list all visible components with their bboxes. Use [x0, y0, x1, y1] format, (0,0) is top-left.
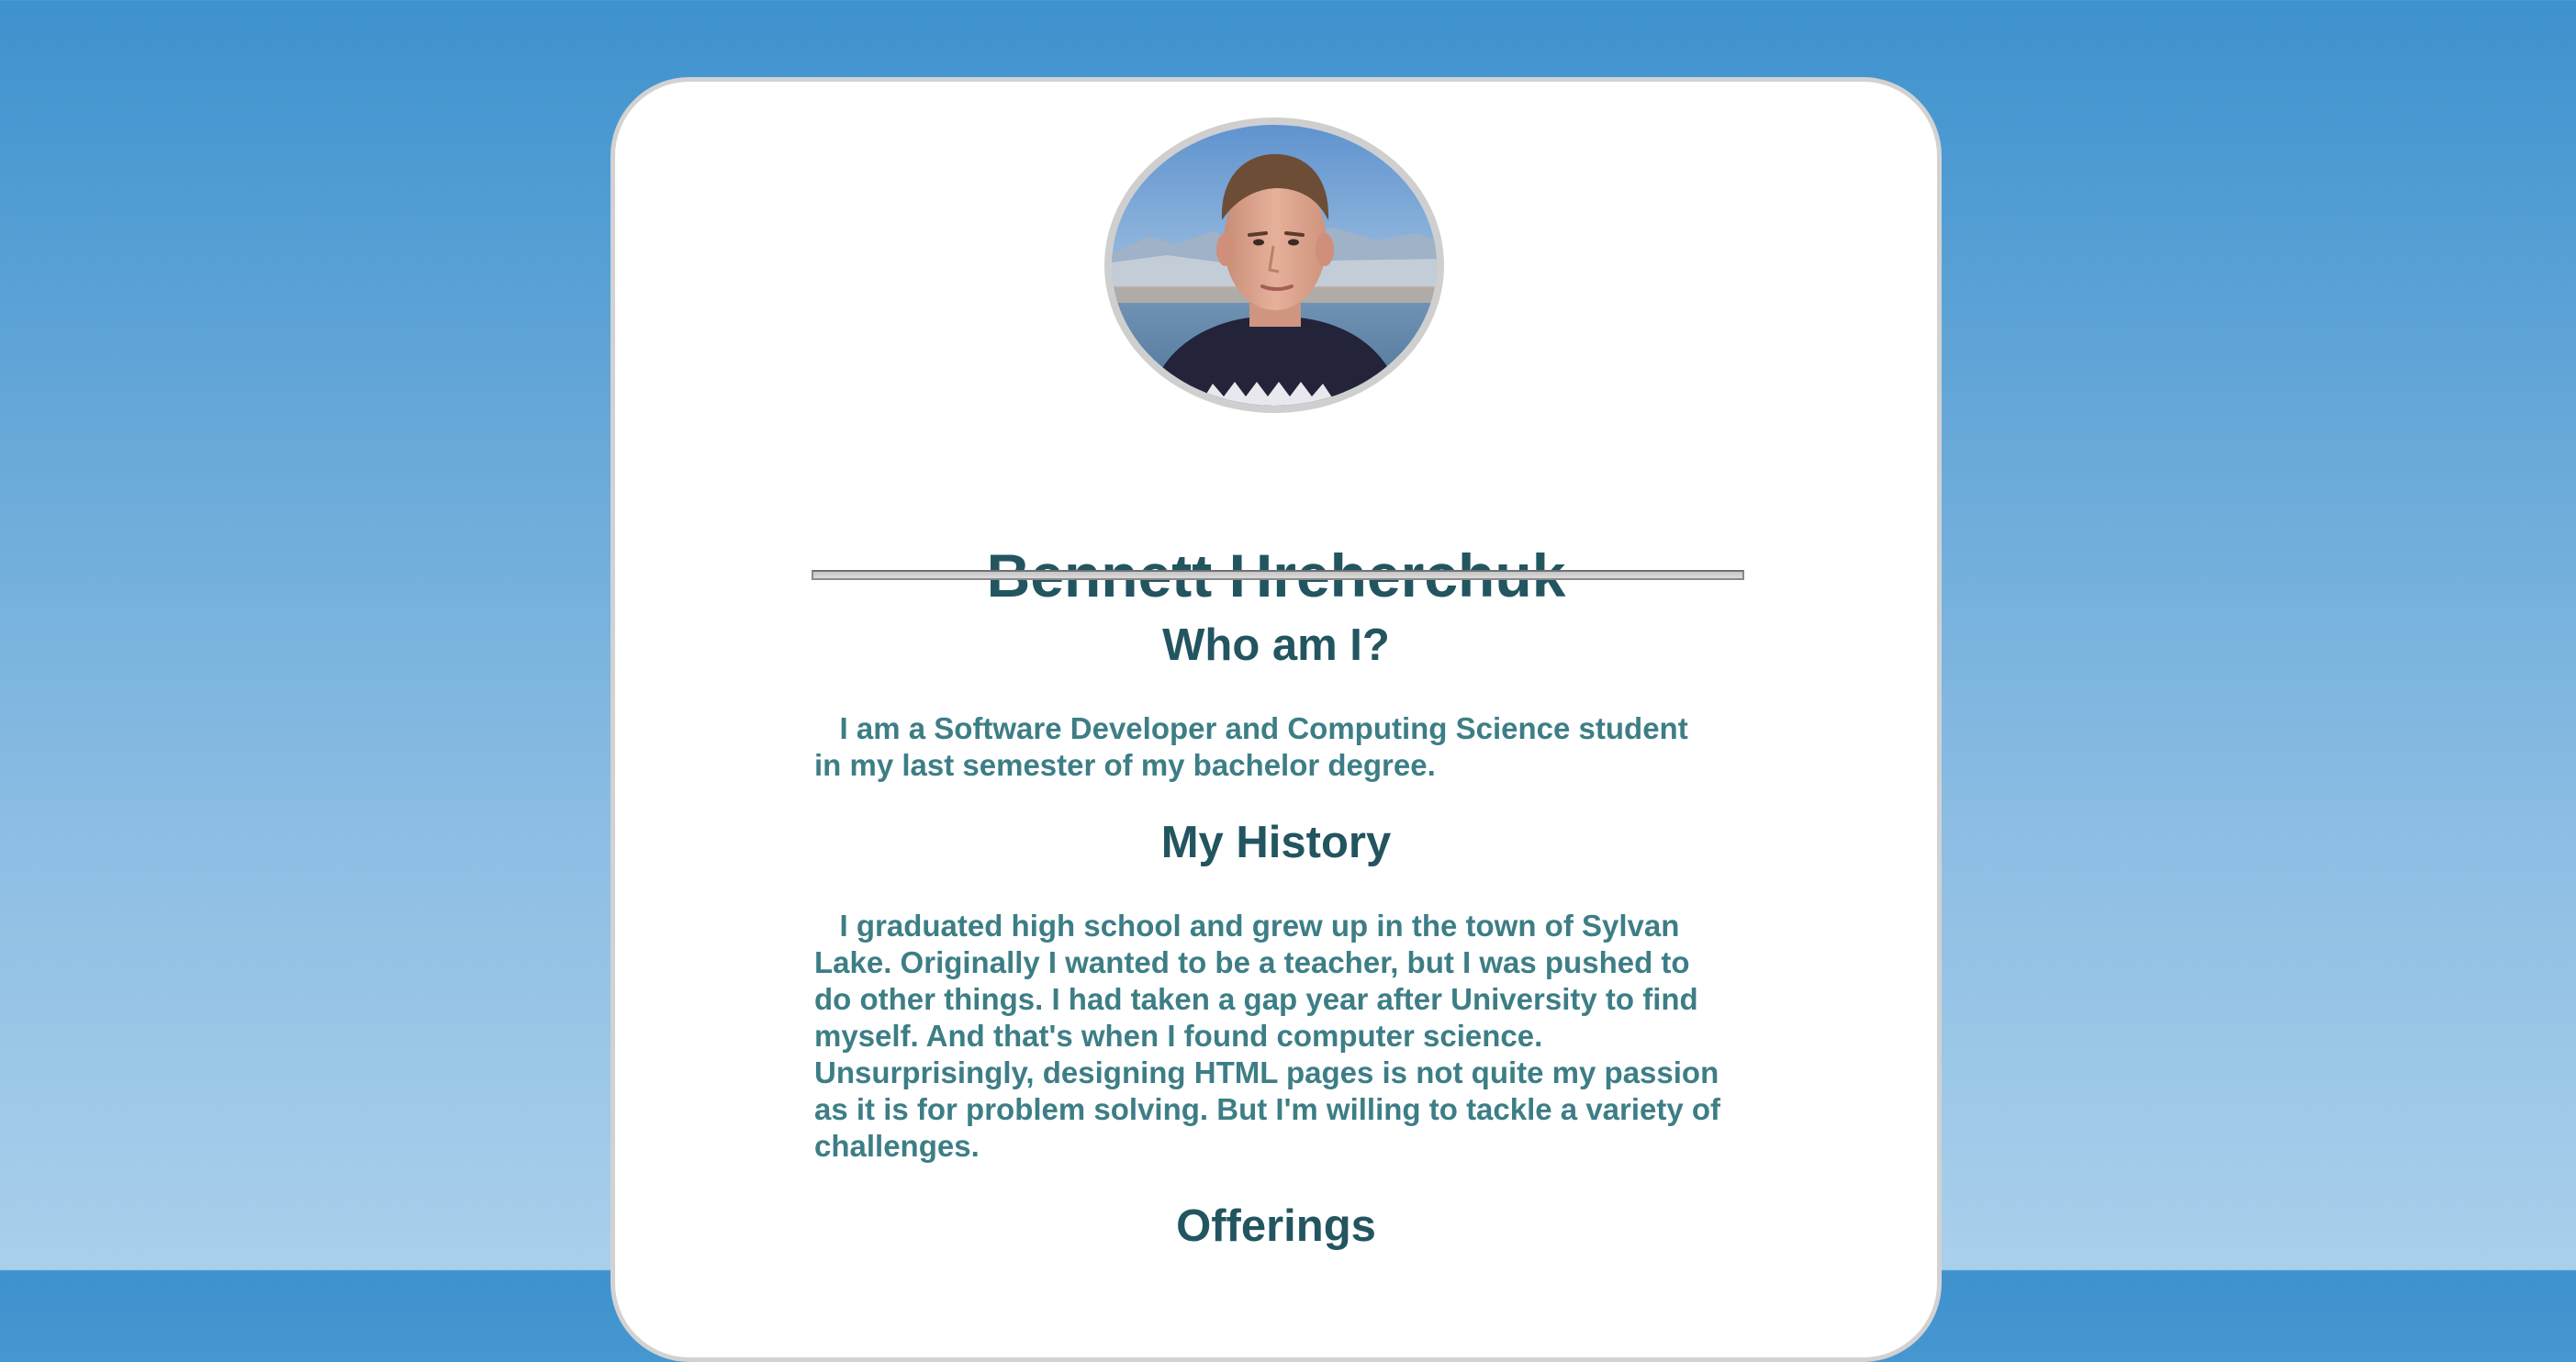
text-line: in my last semester of my bachelor degre… [814, 748, 1436, 782]
text-line: Lake. Originally I wanted to be a teache… [814, 945, 1690, 979]
text-line: challenges. [814, 1129, 980, 1163]
section-title-who-am-i: Who am I? [1162, 620, 1390, 670]
text-line: Unsurprisingly, designing HTML pages is … [814, 1055, 1719, 1089]
my-history-paragraph: I graduated high school and grew up in t… [814, 908, 1746, 1165]
profile-photo-image [1112, 125, 1437, 406]
who-am-i-paragraph: I am a Software Developer and Computing … [814, 710, 1746, 784]
text-line: I graduated high school and grew up in t… [814, 909, 1680, 943]
profile-card: Bennett Hreherchuk Who am I? I am a Soft… [610, 77, 1942, 1362]
text-line: do other things. I had taken a gap year … [814, 982, 1698, 1016]
section-title-offerings: Offerings [1176, 1201, 1376, 1251]
text-line: as it is for problem solving. But I'm wi… [814, 1092, 1721, 1126]
section-title-my-history: My History [1160, 818, 1392, 867]
text-line: myself. And that's when I found computer… [814, 1019, 1543, 1053]
header-divider [812, 570, 1744, 580]
profile-photo [1104, 117, 1444, 413]
text-line: I am a Software Developer and Computing … [814, 711, 1688, 745]
